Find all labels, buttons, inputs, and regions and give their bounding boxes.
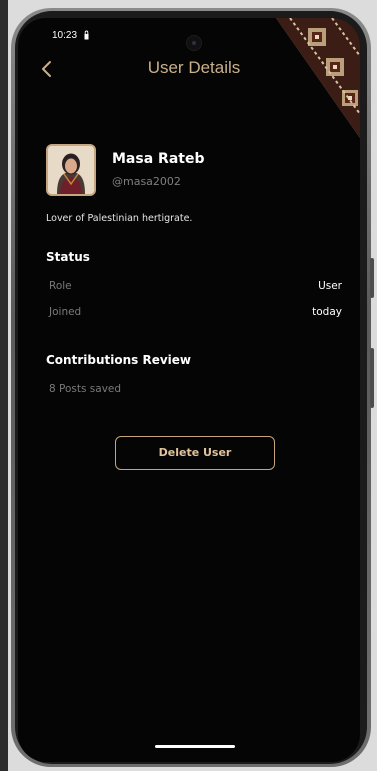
home-indicator[interactable] bbox=[155, 745, 235, 748]
front-camera bbox=[187, 36, 201, 50]
left-edge-strip bbox=[0, 0, 8, 771]
joined-label: Joined bbox=[49, 306, 82, 318]
avatar-image bbox=[48, 146, 94, 194]
posts-saved-count: 8 Posts saved bbox=[49, 383, 122, 395]
role-label: Role bbox=[49, 280, 72, 292]
power-button bbox=[370, 348, 374, 408]
delete-user-button[interactable]: Delete User bbox=[115, 436, 275, 470]
device-mockup-stage: 10:23 User Details Masa Rateb @masa2002 … bbox=[0, 0, 377, 771]
contributions-heading: Contributions Review bbox=[46, 353, 191, 367]
role-value: User bbox=[318, 280, 342, 292]
lock-icon bbox=[84, 30, 89, 40]
phone-screen: 10:23 User Details Masa Rateb @masa2002 … bbox=[18, 18, 360, 762]
joined-value: today bbox=[312, 306, 342, 318]
page-title: User Details bbox=[147, 58, 241, 77]
user-bio: Lover of Palestinian hertigrate. bbox=[46, 213, 193, 224]
avatar bbox=[46, 144, 96, 196]
volume-up-button bbox=[370, 258, 374, 298]
user-name: Masa Rateb bbox=[112, 151, 205, 167]
user-handle: @masa2002 bbox=[112, 175, 181, 188]
app-bar: User Details bbox=[18, 52, 360, 86]
status-heading: Status bbox=[46, 250, 90, 264]
status-time: 10:23 bbox=[52, 30, 78, 41]
